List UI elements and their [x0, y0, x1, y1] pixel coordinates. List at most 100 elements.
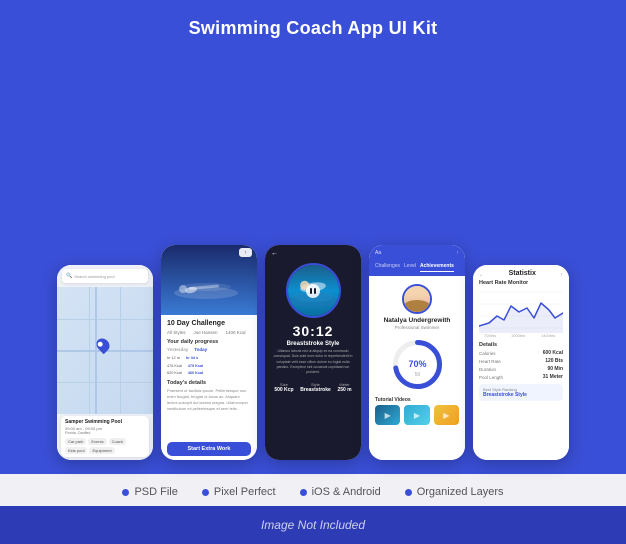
- pause-button[interactable]: [306, 284, 320, 298]
- svg-text:50: 50: [414, 372, 420, 378]
- tutorial-thumb-2[interactable]: ▶: [404, 405, 429, 425]
- phone-profile: Aa ↑ Challenges Level Achievements Natal…: [369, 245, 465, 460]
- svg-text:70%: 70%: [408, 359, 426, 369]
- tutorial-videos-label: Tutorial Videos: [369, 394, 465, 405]
- info-style: Style Breaststroke: [300, 382, 331, 393]
- meta-trainer: Joe Hansen: [194, 330, 218, 335]
- today-label: Today: [194, 347, 207, 352]
- avatar: [402, 284, 432, 314]
- pool-address: Florida, Casified: [65, 431, 145, 436]
- meta-calories: 1400 Kcal: [226, 330, 246, 335]
- map-area: [57, 287, 153, 414]
- tab-challenges[interactable]: Challenges: [375, 263, 400, 272]
- timer-description: Ullamco laboris nisi ut aliquip ex ea co…: [265, 349, 361, 375]
- tutorial-thumbnails: ▶ ▶ ▶: [369, 405, 465, 425]
- heart-rate-label: Heart Rate Monitor: [479, 280, 563, 286]
- tutorial-thumb-1[interactable]: ▶: [375, 405, 400, 425]
- progress-ring: 70% 50: [390, 337, 445, 392]
- feature-pixel: Pixel Perfect: [202, 486, 276, 498]
- tab-level[interactable]: Level: [404, 263, 416, 272]
- today-details-label: Today's details: [167, 380, 251, 386]
- challenge-hero-image: ↑: [161, 245, 257, 315]
- feature-psd: PSD File: [122, 486, 177, 498]
- challenge-title: 10 Day Challenge: [167, 320, 251, 327]
- pool-info-card: Samper Swimming Pool 09:00 am - 09:00 pm…: [61, 416, 149, 457]
- share-icon[interactable]: ↑: [239, 248, 252, 257]
- phone-timer: ←: [265, 245, 361, 460]
- challenge-meta: All Styles Joe Hansen 1400 Kcal: [167, 330, 251, 335]
- stat-pool-length: Pool Length 31 Meter: [479, 374, 563, 380]
- footer: Image Not Included: [0, 506, 626, 544]
- challenge-content: 10 Day Challenge All Styles Joe Hansen 1…: [161, 315, 257, 438]
- profile-tabs: Challenges Level Achievements: [369, 263, 465, 276]
- progress-compare: Yesterday Today: [167, 347, 251, 352]
- phone-map: 🔍 Search swimming pool Samper Swimming P…: [57, 265, 153, 460]
- swimmer-photo: [286, 263, 341, 318]
- feature-dot-pixel: [202, 489, 209, 496]
- info-size: Size 500 Kcp: [274, 382, 293, 393]
- svg-text:1000bts: 1000bts: [511, 333, 525, 338]
- facility-tags: Car park Events Coach Kids pool Equipmen…: [65, 438, 145, 454]
- back-arrow-stats[interactable]: ←: [479, 272, 484, 278]
- feature-psd-label: PSD File: [134, 486, 177, 498]
- feature-dot-psd: [122, 489, 129, 496]
- feature-layers: Organized Layers: [405, 486, 504, 498]
- stats-header: ← Statistix ↑: [479, 270, 563, 280]
- stat-calories: Calories 600 Kcal: [479, 350, 563, 356]
- progress-rows: hr 12 mhr 34 s 476 Kcal475 Kcal 620 Kcal…: [167, 355, 251, 378]
- profile-section: Natalya Undergrewith Professional Swimme…: [369, 276, 465, 335]
- feature-dot-ios: [300, 489, 307, 496]
- tab-achievements[interactable]: Achievements: [420, 263, 454, 272]
- daily-progress-label: Your daily progress: [167, 339, 251, 345]
- tag-carpark: Car park: [65, 438, 86, 445]
- feature-pixel-label: Pixel Perfect: [214, 486, 276, 498]
- details-label: Details: [479, 342, 563, 348]
- tag-equip: Equipment: [89, 447, 114, 454]
- pool-name: Samper Swimming Pool: [65, 419, 145, 425]
- search-bar[interactable]: 🔍 Search swimming pool: [62, 269, 148, 283]
- level-progression-area: 70% 50: [369, 337, 465, 392]
- share-profile-icon: ↑: [457, 250, 460, 256]
- swimmer-role: Professional Swimmer: [395, 325, 440, 330]
- tag-events: Events: [88, 438, 106, 445]
- feature-ios: iOS & Android: [300, 486, 381, 498]
- stroke-style-label: Breaststroke Style: [287, 341, 340, 347]
- heart-rate-chart: 700bts 1000bts 1400bts: [479, 288, 563, 338]
- timer-display: 30:12: [293, 323, 334, 339]
- timer-info-row: Size 500 Kcp Style Breaststroke Meter 25…: [265, 378, 361, 393]
- stats-title: Statistix: [509, 270, 536, 277]
- best-style-value: Breaststroke Style: [483, 392, 559, 398]
- footer-text: Image Not Included: [261, 518, 365, 532]
- page-title: Swimming Coach App UI Kit: [0, 18, 626, 39]
- feature-ios-label: iOS & Android: [312, 486, 381, 498]
- phone-challenge: ↑ 10 Day Challenge All Styles Joe Hansen…: [161, 245, 257, 460]
- yesterday-label: Yesterday: [167, 347, 188, 352]
- back-arrow[interactable]: ←: [265, 245, 361, 259]
- feature-dot-layers: [405, 489, 412, 496]
- svg-text:700bts: 700bts: [484, 333, 496, 338]
- search-icon: 🔍: [66, 273, 72, 279]
- search-text: Search swimming pool: [74, 274, 114, 279]
- profile-top-bar: Aa ↑: [369, 245, 465, 263]
- page-header: Swimming Coach App UI Kit: [0, 0, 626, 51]
- info-meter: Meter 250 m: [337, 382, 351, 393]
- stat-heart-rate: Heart Rate 120 Bts: [479, 358, 563, 364]
- stats-details: Calories 600 Kcal Heart Rate 120 Bts Dur…: [479, 350, 563, 382]
- today-details-text: Praesent ut facilisis ipsum. Pellentesqu…: [167, 388, 251, 412]
- feature-layers-label: Organized Layers: [417, 486, 504, 498]
- tag-kids: Kids pool: [65, 447, 87, 454]
- phones-strip: 🔍 Search swimming pool Samper Swimming P…: [0, 51, 626, 474]
- meta-styles: All Styles: [167, 330, 186, 335]
- tag-coach: Coach: [109, 438, 127, 445]
- svg-text:1400bts: 1400bts: [541, 333, 555, 338]
- best-style-box: Best Style Ranking Breaststroke Style: [479, 384, 563, 401]
- tutorial-thumb-3[interactable]: ▶: [434, 405, 459, 425]
- share-stats-icon[interactable]: ↑: [560, 272, 563, 278]
- stat-duration: Duration 90 Min: [479, 366, 563, 372]
- swimmer-silhouette: [171, 275, 241, 305]
- swimmer-name: Natalya Undergrewith: [384, 317, 451, 324]
- features-bar: PSD File Pixel Perfect iOS & Android Org…: [0, 474, 626, 506]
- phone-stats: ← Statistix ↑ Heart Rate Monitor 70: [473, 265, 569, 460]
- start-button[interactable]: Start Extra Work: [167, 442, 251, 456]
- profile-icon: Aa: [375, 250, 381, 256]
